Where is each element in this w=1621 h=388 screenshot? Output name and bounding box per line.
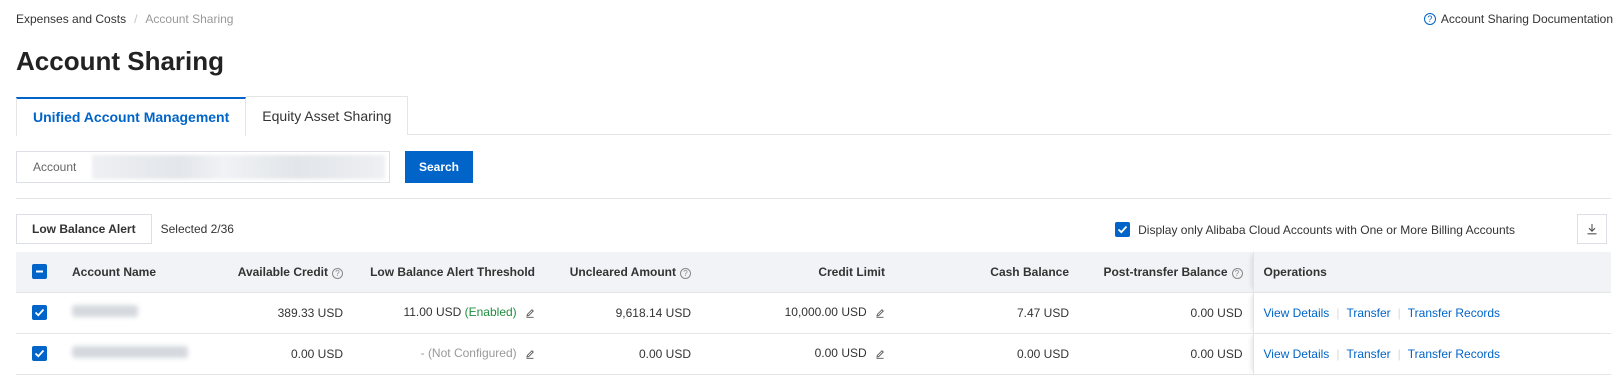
transfer-link[interactable]: Transfer	[1346, 347, 1390, 361]
cash-balance-cell: 7.47 USD	[895, 292, 1079, 334]
checkmark-icon	[34, 308, 44, 316]
checkmark-icon	[34, 349, 44, 357]
col-cash-balance: Cash Balance	[895, 252, 1079, 293]
page-title: Account Sharing	[16, 46, 225, 76]
account-field: Account	[16, 151, 390, 183]
selected-count: Selected 2/36	[160, 222, 234, 236]
uncleared-cell: 0.00 USD	[545, 333, 701, 375]
threshold-cell: - (Not Configured)	[353, 333, 545, 375]
col-uncleared-label: Uncleared Amount	[569, 264, 676, 279]
help-icon[interactable]: ?	[1231, 267, 1243, 279]
op-separator: |	[1336, 346, 1340, 361]
row-checkbox[interactable]	[31, 345, 47, 361]
post-transfer-cell: 0.00 USD	[1079, 292, 1253, 334]
row-checkbox[interactable]	[31, 304, 47, 320]
low-balance-alert-button[interactable]: Low Balance Alert	[16, 214, 152, 244]
table-toolbar: Low Balance Alert Selected 2/36	[16, 214, 234, 244]
select-all-cell	[16, 252, 62, 293]
divider	[16, 198, 1611, 199]
breadcrumb-root[interactable]: Expenses and Costs	[16, 12, 126, 26]
col-operations: Operations	[1252, 252, 1611, 293]
uncleared-cell: 9,618.14 USD	[545, 292, 701, 334]
col-available-credit: Available Credit?	[197, 252, 353, 293]
help-icon[interactable]: ?	[332, 267, 343, 279]
view-details-link[interactable]: View Details	[1264, 347, 1330, 361]
tab-unified-account-management[interactable]: Unified Account Management	[16, 97, 247, 136]
col-threshold: Low Balance Alert Threshold	[353, 252, 545, 293]
documentation-link-label: Account Sharing Documentation	[1440, 12, 1613, 26]
edit-icon[interactable]	[525, 348, 535, 362]
help-icon[interactable]: ?	[680, 267, 691, 279]
operations-cell: View Details | Transfer | Transfer Records	[1252, 292, 1611, 334]
edit-icon[interactable]	[525, 307, 535, 321]
available-credit-cell: 389.33 USD	[197, 292, 353, 334]
col-available-credit-label: Available Credit	[237, 264, 328, 279]
question-circle-icon: ?	[1423, 13, 1436, 25]
cash-balance-cell: 0.00 USD	[895, 333, 1079, 375]
select-all-checkbox[interactable]	[31, 264, 47, 280]
view-details-link[interactable]: View Details	[1264, 306, 1330, 320]
threshold-status: (Enabled)	[464, 304, 517, 319]
col-uncleared: Uncleared Amount?	[545, 252, 701, 293]
account-name-cell	[62, 292, 197, 334]
col-post-transfer: Post-transfer Balance?	[1079, 252, 1253, 293]
documentation-link[interactable]: ? Account Sharing Documentation	[1423, 12, 1613, 26]
credit-limit-value: 10,000.00 USD	[784, 304, 867, 319]
available-credit-cell: 0.00 USD	[197, 333, 353, 375]
breadcrumb: Expenses and Costs / Account Sharing	[16, 12, 233, 26]
edit-icon[interactable]	[875, 307, 885, 321]
col-account-name: Account Name	[62, 252, 197, 293]
credit-limit-cell: 0.00 USD	[701, 333, 895, 375]
display-only-checkbox[interactable]	[1115, 222, 1131, 237]
breadcrumb-current: Account Sharing	[145, 12, 234, 26]
indeterminate-icon	[35, 270, 43, 273]
threshold-value: 11.00 USD	[403, 304, 462, 319]
table-row: 389.33 USD 11.00 USD (Enabled) 9,618.14 …	[16, 292, 1611, 334]
threshold-value: - (Not Configured)	[420, 345, 517, 360]
edit-icon[interactable]	[875, 348, 885, 362]
search-row: Account Search	[16, 151, 473, 183]
credit-limit-value: 0.00 USD	[814, 345, 867, 360]
transfer-records-link[interactable]: Transfer Records	[1408, 347, 1500, 361]
credit-limit-cell: 10,000.00 USD	[701, 292, 895, 334]
table-row: 0.00 USD - (Not Configured) 0.00 USD 0.0…	[16, 333, 1611, 375]
checkmark-icon	[1118, 225, 1128, 234]
account-input[interactable]	[92, 155, 385, 179]
display-only-filter[interactable]: Display only Alibaba Cloud Accounts with…	[1115, 222, 1515, 237]
account-table: Account Name Available Credit? Low Balan…	[16, 252, 1611, 376]
col-credit-limit: Credit Limit	[701, 252, 895, 293]
op-separator: |	[1336, 305, 1340, 320]
row-checkbox-cell	[16, 333, 62, 375]
account-field-label: Account	[33, 160, 77, 174]
download-icon	[1587, 224, 1597, 235]
transfer-link[interactable]: Transfer	[1346, 306, 1390, 320]
operations-cell: View Details | Transfer | Transfer Records	[1252, 333, 1611, 375]
threshold-cell: 11.00 USD (Enabled)	[353, 292, 545, 334]
account-name-redacted	[72, 346, 188, 358]
op-separator: |	[1397, 305, 1401, 320]
col-post-transfer-label: Post-transfer Balance	[1103, 264, 1228, 279]
account-name-cell	[62, 333, 197, 375]
display-only-label: Display only Alibaba Cloud Accounts with…	[1138, 222, 1515, 237]
tab-bar: Unified Account Management Equity Asset …	[16, 96, 1611, 136]
account-name-redacted	[72, 305, 138, 317]
op-separator: |	[1397, 346, 1401, 361]
download-button[interactable]	[1577, 214, 1607, 244]
tab-equity-asset-sharing[interactable]: Equity Asset Sharing	[246, 96, 409, 135]
transfer-records-link[interactable]: Transfer Records	[1408, 306, 1500, 320]
search-button[interactable]: Search	[405, 151, 473, 183]
table-header-row: Account Name Available Credit? Low Balan…	[16, 252, 1611, 293]
post-transfer-cell: 0.00 USD	[1079, 333, 1253, 375]
row-checkbox-cell	[16, 292, 62, 334]
breadcrumb-separator: /	[134, 12, 138, 26]
